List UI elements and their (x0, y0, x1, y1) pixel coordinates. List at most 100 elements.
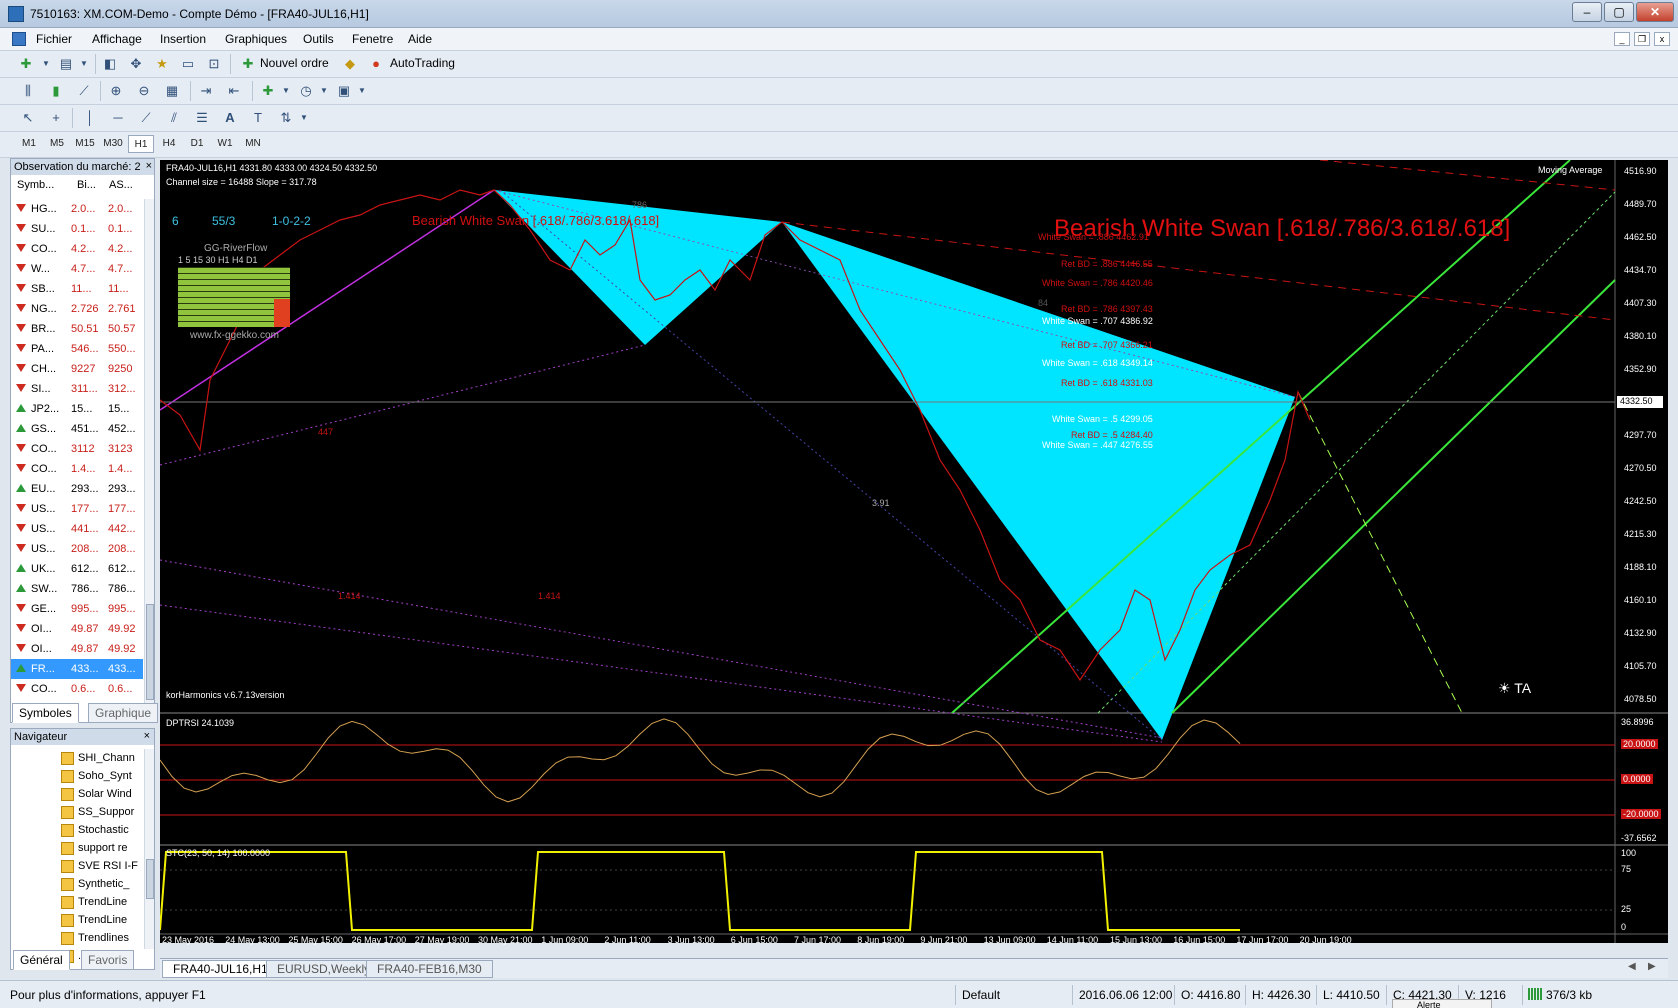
tab-graphique[interactable]: Graphique (88, 703, 159, 723)
chart-tab-fra40-h1[interactable]: FRA40-JUL16,H1 (162, 960, 279, 978)
market-watch-row[interactable]: US... 441... 442... (11, 519, 143, 539)
market-watch-row[interactable]: NG... 2.726 2.761 (11, 299, 143, 319)
autotrading-icon[interactable]: ● (366, 54, 386, 74)
market-watch-row[interactable]: CO... 1.4... 1.4... (11, 459, 143, 479)
dropdown-arrow-icon[interactable]: ▼ (74, 54, 94, 74)
text-icon[interactable]: A (220, 108, 240, 128)
text-label-icon[interactable]: T (248, 108, 268, 128)
dropdown-arrow-icon[interactable]: ▼ (314, 81, 334, 101)
mdi-minimize-icon[interactable]: _ (1614, 32, 1630, 46)
market-watch-row[interactable]: JP2... 15... 15... (11, 399, 143, 419)
alert-popup[interactable]: Alerte (1392, 999, 1492, 1008)
dropdown-arrow-icon[interactable]: ▼ (294, 108, 314, 128)
market-watch-row[interactable]: SB... 11... 11... (11, 279, 143, 299)
metaeditor-icon[interactable]: ◆ (340, 54, 360, 74)
chart-window[interactable]: FRA40-JUL16,H1 4331.80 4333.00 4324.50 4… (160, 160, 1668, 945)
market-watch-scrollbar[interactable] (144, 199, 154, 704)
navigator-icon[interactable]: ★ (152, 54, 172, 74)
market-watch-row[interactable]: SU... 0.1... 0.1... (11, 219, 143, 239)
tab-favoris[interactable]: Favoris (81, 950, 135, 970)
navigator-item[interactable]: SS_Suppor (61, 803, 149, 821)
close-icon[interactable]: ✕ (1636, 2, 1674, 22)
market-watch-row[interactable]: CO... 0.6... 0.6... (11, 679, 143, 699)
chart-tab-eurusd-weekly[interactable]: EURUSD,Weekly (266, 960, 382, 978)
chart-shift-icon[interactable]: ⇤ (224, 81, 244, 101)
time-axis[interactable]: 23 May 2016 24 May 13:00 25 May 15:00 26 Ma… (160, 935, 1615, 945)
navigator-item[interactable]: SVE RSI I-F (61, 857, 149, 875)
new-order-button[interactable]: Nouvel ordre (260, 56, 329, 70)
timeframe-m30[interactable]: M30 (100, 135, 126, 153)
scroll-thumb[interactable] (146, 604, 154, 700)
candlestick-icon[interactable]: ▮ (46, 81, 66, 101)
navigator-item[interactable]: Trendlines (61, 929, 149, 947)
market-watch-row[interactable]: OI... 49.87 49.92 (11, 619, 143, 639)
cursor-icon[interactable]: ↖ (18, 108, 38, 128)
market-watch-row[interactable]: FR... 433... 433... (11, 659, 143, 679)
price-axis[interactable]: 4516.90 4489.70 4462.50 4434.70 4407.30 4380.… (1618, 160, 1668, 713)
market-watch-row[interactable]: CO... 3112 3123 (11, 439, 143, 459)
timeframe-m5[interactable]: M5 (44, 135, 70, 153)
dropdown-arrow-icon[interactable]: ▼ (36, 54, 56, 74)
navigator-item[interactable]: Soho_Synt (61, 767, 149, 785)
column-bid[interactable]: Bi... (77, 179, 96, 191)
indicators-icon[interactable]: ✚ (258, 81, 278, 101)
navigator-item[interactable]: support re (61, 839, 149, 857)
market-watch-row[interactable]: EU... 293... 293... (11, 479, 143, 499)
arrows-icon[interactable]: ⇅ (276, 108, 296, 128)
timeframe-mn[interactable]: MN (240, 135, 266, 153)
menu-outils[interactable]: Outils (303, 32, 334, 46)
market-watch-row[interactable]: BR... 50.51 50.57 (11, 319, 143, 339)
periods-icon[interactable]: ◷ (296, 81, 316, 101)
market-watch-row[interactable]: GS... 451... 452... (11, 419, 143, 439)
navigator-item[interactable]: Solar Wind (61, 785, 149, 803)
minimize-icon[interactable]: – (1572, 2, 1602, 22)
horizontal-line-icon[interactable]: ─ (108, 108, 128, 128)
market-watch-row[interactable]: UK... 612... 612... (11, 559, 143, 579)
new-chart-icon[interactable]: ✚ (16, 54, 36, 74)
crosshair-icon[interactable]: + (46, 108, 66, 128)
market-watch-row[interactable]: CH... 9227 9250 (11, 359, 143, 379)
mdi-close-icon[interactable]: x (1654, 32, 1670, 46)
timeframe-m15[interactable]: M15 (72, 135, 98, 153)
navigator-item[interactable]: Stochastic (61, 821, 149, 839)
dropdown-arrow-icon[interactable]: ▼ (276, 81, 296, 101)
market-watch-row[interactable]: US... 208... 208... (11, 539, 143, 559)
market-watch-row[interactable]: W... 4.7... 4.7... (11, 259, 143, 279)
menu-aide[interactable]: Aide (408, 32, 432, 46)
column-ask[interactable]: AS... (109, 179, 133, 191)
market-watch-row[interactable]: US... 177... 177... (11, 499, 143, 519)
menu-fenetre[interactable]: Fenetre (352, 32, 393, 46)
fibonacci-icon[interactable]: ☰ (192, 108, 212, 128)
menu-graphiques[interactable]: Graphiques (225, 32, 287, 46)
timeframe-m1[interactable]: M1 (16, 135, 42, 153)
menu-insertion[interactable]: Insertion (160, 32, 206, 46)
maximize-icon[interactable]: ▢ (1604, 2, 1634, 22)
tab-general[interactable]: Général (13, 950, 70, 970)
navigator-scrollbar[interactable] (144, 749, 154, 949)
bar-chart-icon[interactable]: ⫼ (18, 81, 38, 101)
autotrading-button[interactable]: AutoTrading (390, 56, 455, 70)
market-watch-row[interactable]: CO... 4.2... 4.2... (11, 239, 143, 259)
tile-windows-icon[interactable]: ▦ (162, 81, 182, 101)
chart-canvas[interactable] (160, 160, 1668, 943)
auto-scroll-icon[interactable]: ⇥ (196, 81, 216, 101)
menu-affichage[interactable]: Affichage (92, 32, 142, 46)
tab-scroll-right-icon[interactable]: ▶ (1648, 961, 1656, 972)
tab-scroll-left-icon[interactable]: ◀ (1628, 961, 1636, 972)
templates-icon[interactable]: ▣ (334, 81, 354, 101)
timeframe-h4[interactable]: H4 (156, 135, 182, 153)
channel-icon[interactable]: ⫽ (164, 108, 184, 128)
strategy-tester-icon[interactable]: ⊡ (204, 54, 224, 74)
chart-tab-fra40-m30[interactable]: FRA40-FEB16,M30 (366, 960, 493, 978)
zoom-in-icon[interactable]: ⊕ (106, 81, 126, 101)
trendline-icon[interactable]: ⟋ (136, 108, 156, 128)
data-window-icon[interactable]: ✥ (126, 54, 146, 74)
timeframe-d1[interactable]: D1 (184, 135, 210, 153)
status-profile[interactable]: Default (962, 988, 1000, 1002)
column-symbol[interactable]: Symb... (17, 179, 54, 191)
profiles-icon[interactable]: ▤ (56, 54, 76, 74)
mdi-restore-icon[interactable]: ❐ (1634, 32, 1650, 46)
navigator-item[interactable]: Synthetic_ (61, 875, 149, 893)
line-chart-icon[interactable]: ⟋ (74, 81, 94, 101)
market-watch-row[interactable]: OI... 49.87 49.92 (11, 639, 143, 659)
